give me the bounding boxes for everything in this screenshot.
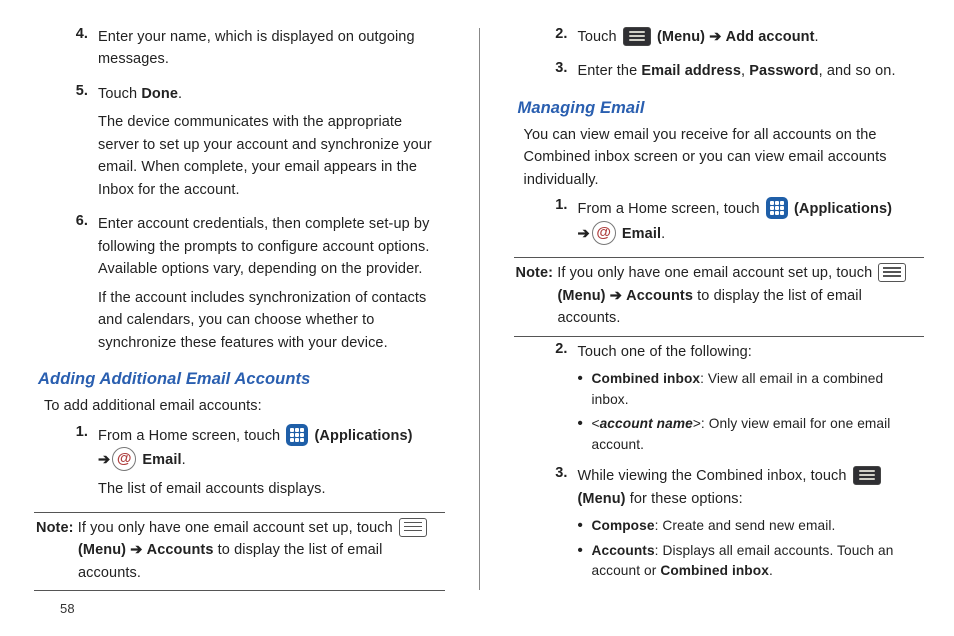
step-body: Enter your name, which is displayed on o… <box>98 26 445 77</box>
numbered-step: 2. Touch (Menu) ➔ Add account. <box>538 26 925 54</box>
bullet-item: •Accounts: Displays all email accounts. … <box>578 541 925 582</box>
numbered-step: 2. Touch one of the following:•Combined … <box>538 341 925 460</box>
bullet-item: •Combined inbox: View all email in a com… <box>578 369 925 410</box>
note-block: Note: If you only have one email account… <box>36 517 443 584</box>
numbered-step: 1. From a Home screen, touch (Applicatio… <box>538 197 925 251</box>
manual-page: 4. Enter your name, which is displayed o… <box>0 0 954 636</box>
page-number: 58 <box>60 601 75 616</box>
heading-adding-accounts: Adding Additional Email Accounts <box>38 370 445 389</box>
step-body: From a Home screen, touch (Applications)… <box>578 197 925 251</box>
intro-text: You can view email you receive for all a… <box>524 124 921 191</box>
numbered-step: 5. Touch Done.The device communicates wi… <box>58 83 445 207</box>
numbered-step: 1. From a Home screen, touch (Applicatio… <box>58 424 445 506</box>
left-column: 4. Enter your name, which is displayed o… <box>34 24 445 636</box>
menu-icon <box>853 466 881 485</box>
step-number: 2. <box>538 26 578 54</box>
note-block: Note: If you only have one email account… <box>516 262 923 329</box>
numbered-step: 3. Enter the Email address, Password, an… <box>538 60 925 88</box>
bullet-item: •<account name>: Only view email for one… <box>578 414 925 455</box>
step-number: 2. <box>538 341 578 460</box>
menu-icon <box>399 518 427 537</box>
note-rule <box>34 512 445 513</box>
step-number: 1. <box>58 424 98 506</box>
applications-icon <box>766 197 788 219</box>
numbered-step: 4. Enter your name, which is displayed o… <box>58 26 445 77</box>
note-rule <box>34 590 445 591</box>
step-body: Touch one of the following:•Combined inb… <box>578 341 925 460</box>
step-body: While viewing the Combined inbox, touch … <box>578 465 925 586</box>
intro-text: To add additional email accounts: <box>44 395 441 417</box>
step-number: 4. <box>58 26 98 77</box>
numbered-step: 6. Enter account credentials, then compl… <box>58 213 445 360</box>
heading-managing-email: Managing Email <box>518 99 925 118</box>
menu-icon <box>878 263 906 282</box>
column-separator <box>479 28 480 590</box>
numbered-step: 3. While viewing the Combined inbox, tou… <box>538 465 925 586</box>
step-body: Enter account credentials, then complete… <box>98 213 445 360</box>
email-icon <box>112 447 136 471</box>
note-rule <box>514 257 925 258</box>
step-body: Enter the Email address, Password, and s… <box>578 60 925 88</box>
note-rule <box>514 336 925 337</box>
step-number: 3. <box>538 465 578 586</box>
step-number: 5. <box>58 83 98 207</box>
email-icon <box>592 221 616 245</box>
right-column: 2. Touch (Menu) ➔ Add account. 3. Enter … <box>514 24 925 636</box>
bullet-item: •Compose: Create and send new email. <box>578 516 925 537</box>
step-body: From a Home screen, touch (Applications)… <box>98 424 445 506</box>
menu-icon <box>623 27 651 46</box>
step-number: 1. <box>538 197 578 251</box>
step-number: 6. <box>58 213 98 360</box>
applications-icon <box>286 424 308 446</box>
step-body: Touch (Menu) ➔ Add account. <box>578 26 925 54</box>
step-body: Touch Done.The device communicates with … <box>98 83 445 207</box>
step-number: 3. <box>538 60 578 88</box>
